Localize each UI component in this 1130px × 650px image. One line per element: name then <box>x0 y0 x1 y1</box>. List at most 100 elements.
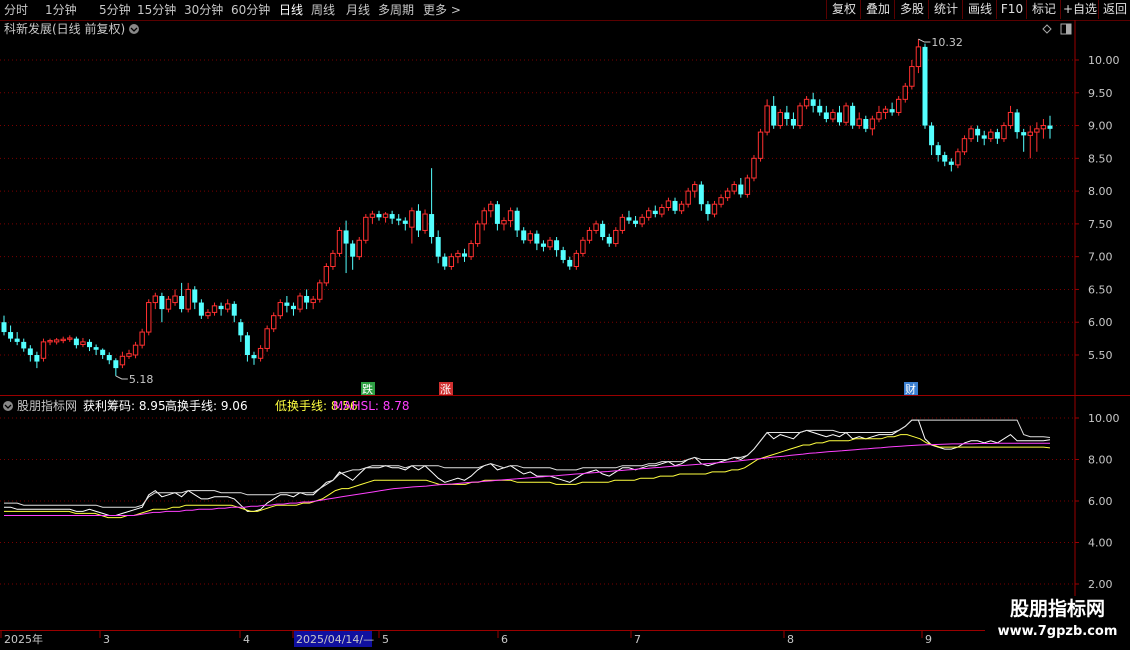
candle <box>790 112 796 129</box>
action-button-6[interactable]: 标记 <box>1026 0 1061 19</box>
candle <box>474 220 481 247</box>
candle <box>119 351 126 369</box>
watermark: 股朋指标网 www.7gpzb.com <box>985 596 1130 650</box>
candle <box>942 151 948 167</box>
candle <box>238 318 244 342</box>
date-label: 6 <box>501 633 508 646</box>
candle <box>198 299 204 319</box>
action-button-1[interactable]: 叠加 <box>860 0 895 19</box>
low-label: 5.18 <box>129 373 154 386</box>
period-tab-5[interactable]: 60分钟 <box>231 2 270 18</box>
candle <box>678 200 685 215</box>
candle <box>672 197 678 215</box>
candle <box>297 292 303 313</box>
period-tab-4[interactable]: 30分钟 <box>184 2 223 18</box>
svg-text:跌: 跌 <box>362 382 373 396</box>
candle <box>369 210 376 224</box>
candle <box>139 328 145 349</box>
candle <box>613 227 619 247</box>
indicator-chevron-icon[interactable] <box>3 401 13 411</box>
high-pointer <box>918 38 931 43</box>
candle <box>80 337 86 348</box>
candle <box>192 286 198 310</box>
candle <box>784 105 790 126</box>
candle <box>422 209 428 234</box>
candle <box>1 315 7 336</box>
candle <box>797 102 803 129</box>
candle <box>869 115 876 136</box>
candle <box>34 351 40 369</box>
candle <box>442 253 448 270</box>
period-tab-3[interactable]: 15分钟 <box>137 2 176 18</box>
candles-layer <box>1 39 1053 376</box>
candle <box>751 155 757 182</box>
kline-chart[interactable]: 10.00 9.50 9.00 8.50 8.00 7.50 7.00 6.50 6.00 5.5… <box>0 20 1130 396</box>
candle <box>67 335 73 342</box>
candle <box>830 109 836 123</box>
indicator-chart[interactable]: 10.00 8.00 6.00 4.00 2.00 股朋指标网 获利筹码: 8.95 高换… <box>0 396 1130 630</box>
candle <box>290 302 296 316</box>
period-tab-1[interactable]: 1分钟 <box>45 2 77 18</box>
candle <box>468 240 474 260</box>
annotations: 10.32 5.18 跌 涨 财 <box>115 36 963 396</box>
period-tab-6[interactable]: 日线 <box>279 2 303 18</box>
candle <box>659 204 665 218</box>
period-tab-10[interactable]: 更多 > <box>423 2 461 18</box>
diamond-icon[interactable] <box>1042 24 1052 34</box>
candle <box>646 207 652 221</box>
candle <box>856 112 862 129</box>
panel-toggle-icon[interactable] <box>1060 23 1072 35</box>
candle <box>257 345 264 362</box>
candle <box>1001 122 1007 142</box>
candle <box>567 256 573 270</box>
candle <box>738 178 744 198</box>
action-button-4[interactable]: 画线 <box>962 0 997 19</box>
period-tab-8[interactable]: 月线 <box>346 2 370 18</box>
candle <box>435 230 441 264</box>
candle <box>113 358 119 376</box>
candle <box>955 148 961 169</box>
candle <box>1034 122 1040 152</box>
candle <box>363 214 369 244</box>
candle <box>264 325 270 352</box>
action-button-8[interactable]: 返回 <box>1098 0 1130 19</box>
candle <box>744 174 751 198</box>
event-marker[interactable]: 跌 <box>361 382 375 396</box>
price-tick-label: 5.50 <box>1088 349 1113 362</box>
action-button-2[interactable]: 多股 <box>894 0 929 19</box>
candle <box>501 217 507 231</box>
period-tab-7[interactable]: 周线 <box>311 2 335 18</box>
date-label: 2025年 <box>4 632 43 646</box>
candle <box>863 115 869 133</box>
candle <box>47 338 53 346</box>
event-marker[interactable]: 涨 <box>439 382 453 396</box>
candle <box>665 197 672 211</box>
chevron-down-icon[interactable] <box>129 24 139 34</box>
watermark-title: 股朋指标网 <box>1009 598 1105 620</box>
candle <box>606 233 612 247</box>
candle <box>317 279 323 303</box>
candle <box>1027 125 1033 159</box>
action-button-7[interactable]: +自选 <box>1060 0 1099 19</box>
candle <box>639 214 645 228</box>
candle <box>922 43 928 129</box>
action-button-5[interactable]: F10 <box>996 0 1027 19</box>
candle <box>803 96 810 110</box>
candle <box>323 263 330 287</box>
candle <box>514 207 520 237</box>
action-button-0[interactable]: 复权 <box>826 0 861 19</box>
candle <box>560 246 566 264</box>
period-tab-0[interactable]: 分时 <box>4 2 28 18</box>
action-button-3[interactable]: 统计 <box>928 0 963 19</box>
watermark-url: www.7gpzb.com <box>997 624 1118 639</box>
period-tab-9[interactable]: 多周期 <box>378 2 414 18</box>
candle <box>350 240 356 270</box>
period-tab-2[interactable]: 5分钟 <box>99 2 131 18</box>
price-tick-label: 8.50 <box>1088 152 1113 165</box>
indicator-tick-label: 6.00 <box>1088 495 1113 508</box>
candle <box>218 302 224 316</box>
event-marker[interactable]: 财 <box>904 382 918 396</box>
legend-entry: 获利筹码: 8.95 <box>83 399 166 413</box>
low-pointer <box>115 375 128 380</box>
candle <box>211 302 218 316</box>
